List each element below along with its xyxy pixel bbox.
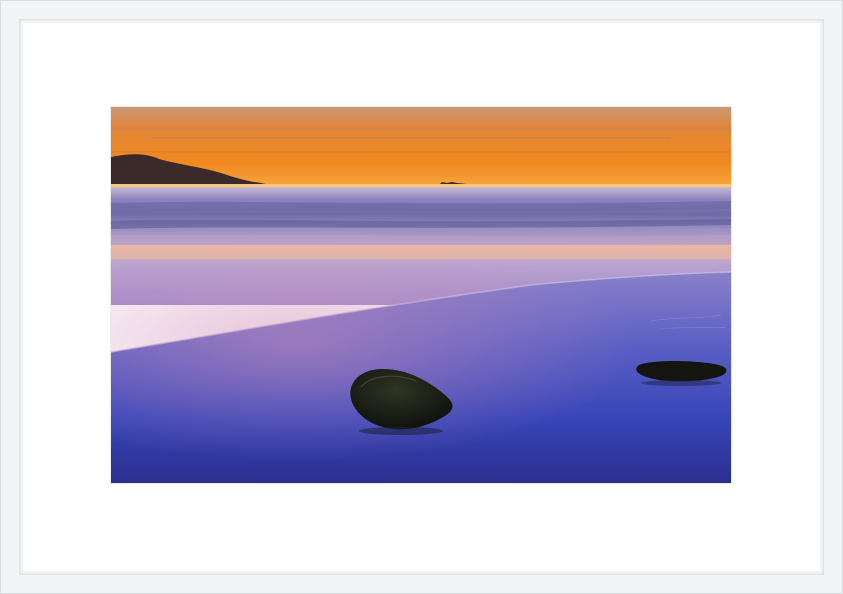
- wave-bands: [111, 201, 731, 245]
- seascape-image: [111, 107, 731, 483]
- rock-small: [636, 360, 727, 386]
- picture-frame: [0, 0, 843, 594]
- seascape-photo: [111, 107, 731, 483]
- shore-glow: [111, 247, 731, 259]
- pink-reflection: [111, 267, 731, 483]
